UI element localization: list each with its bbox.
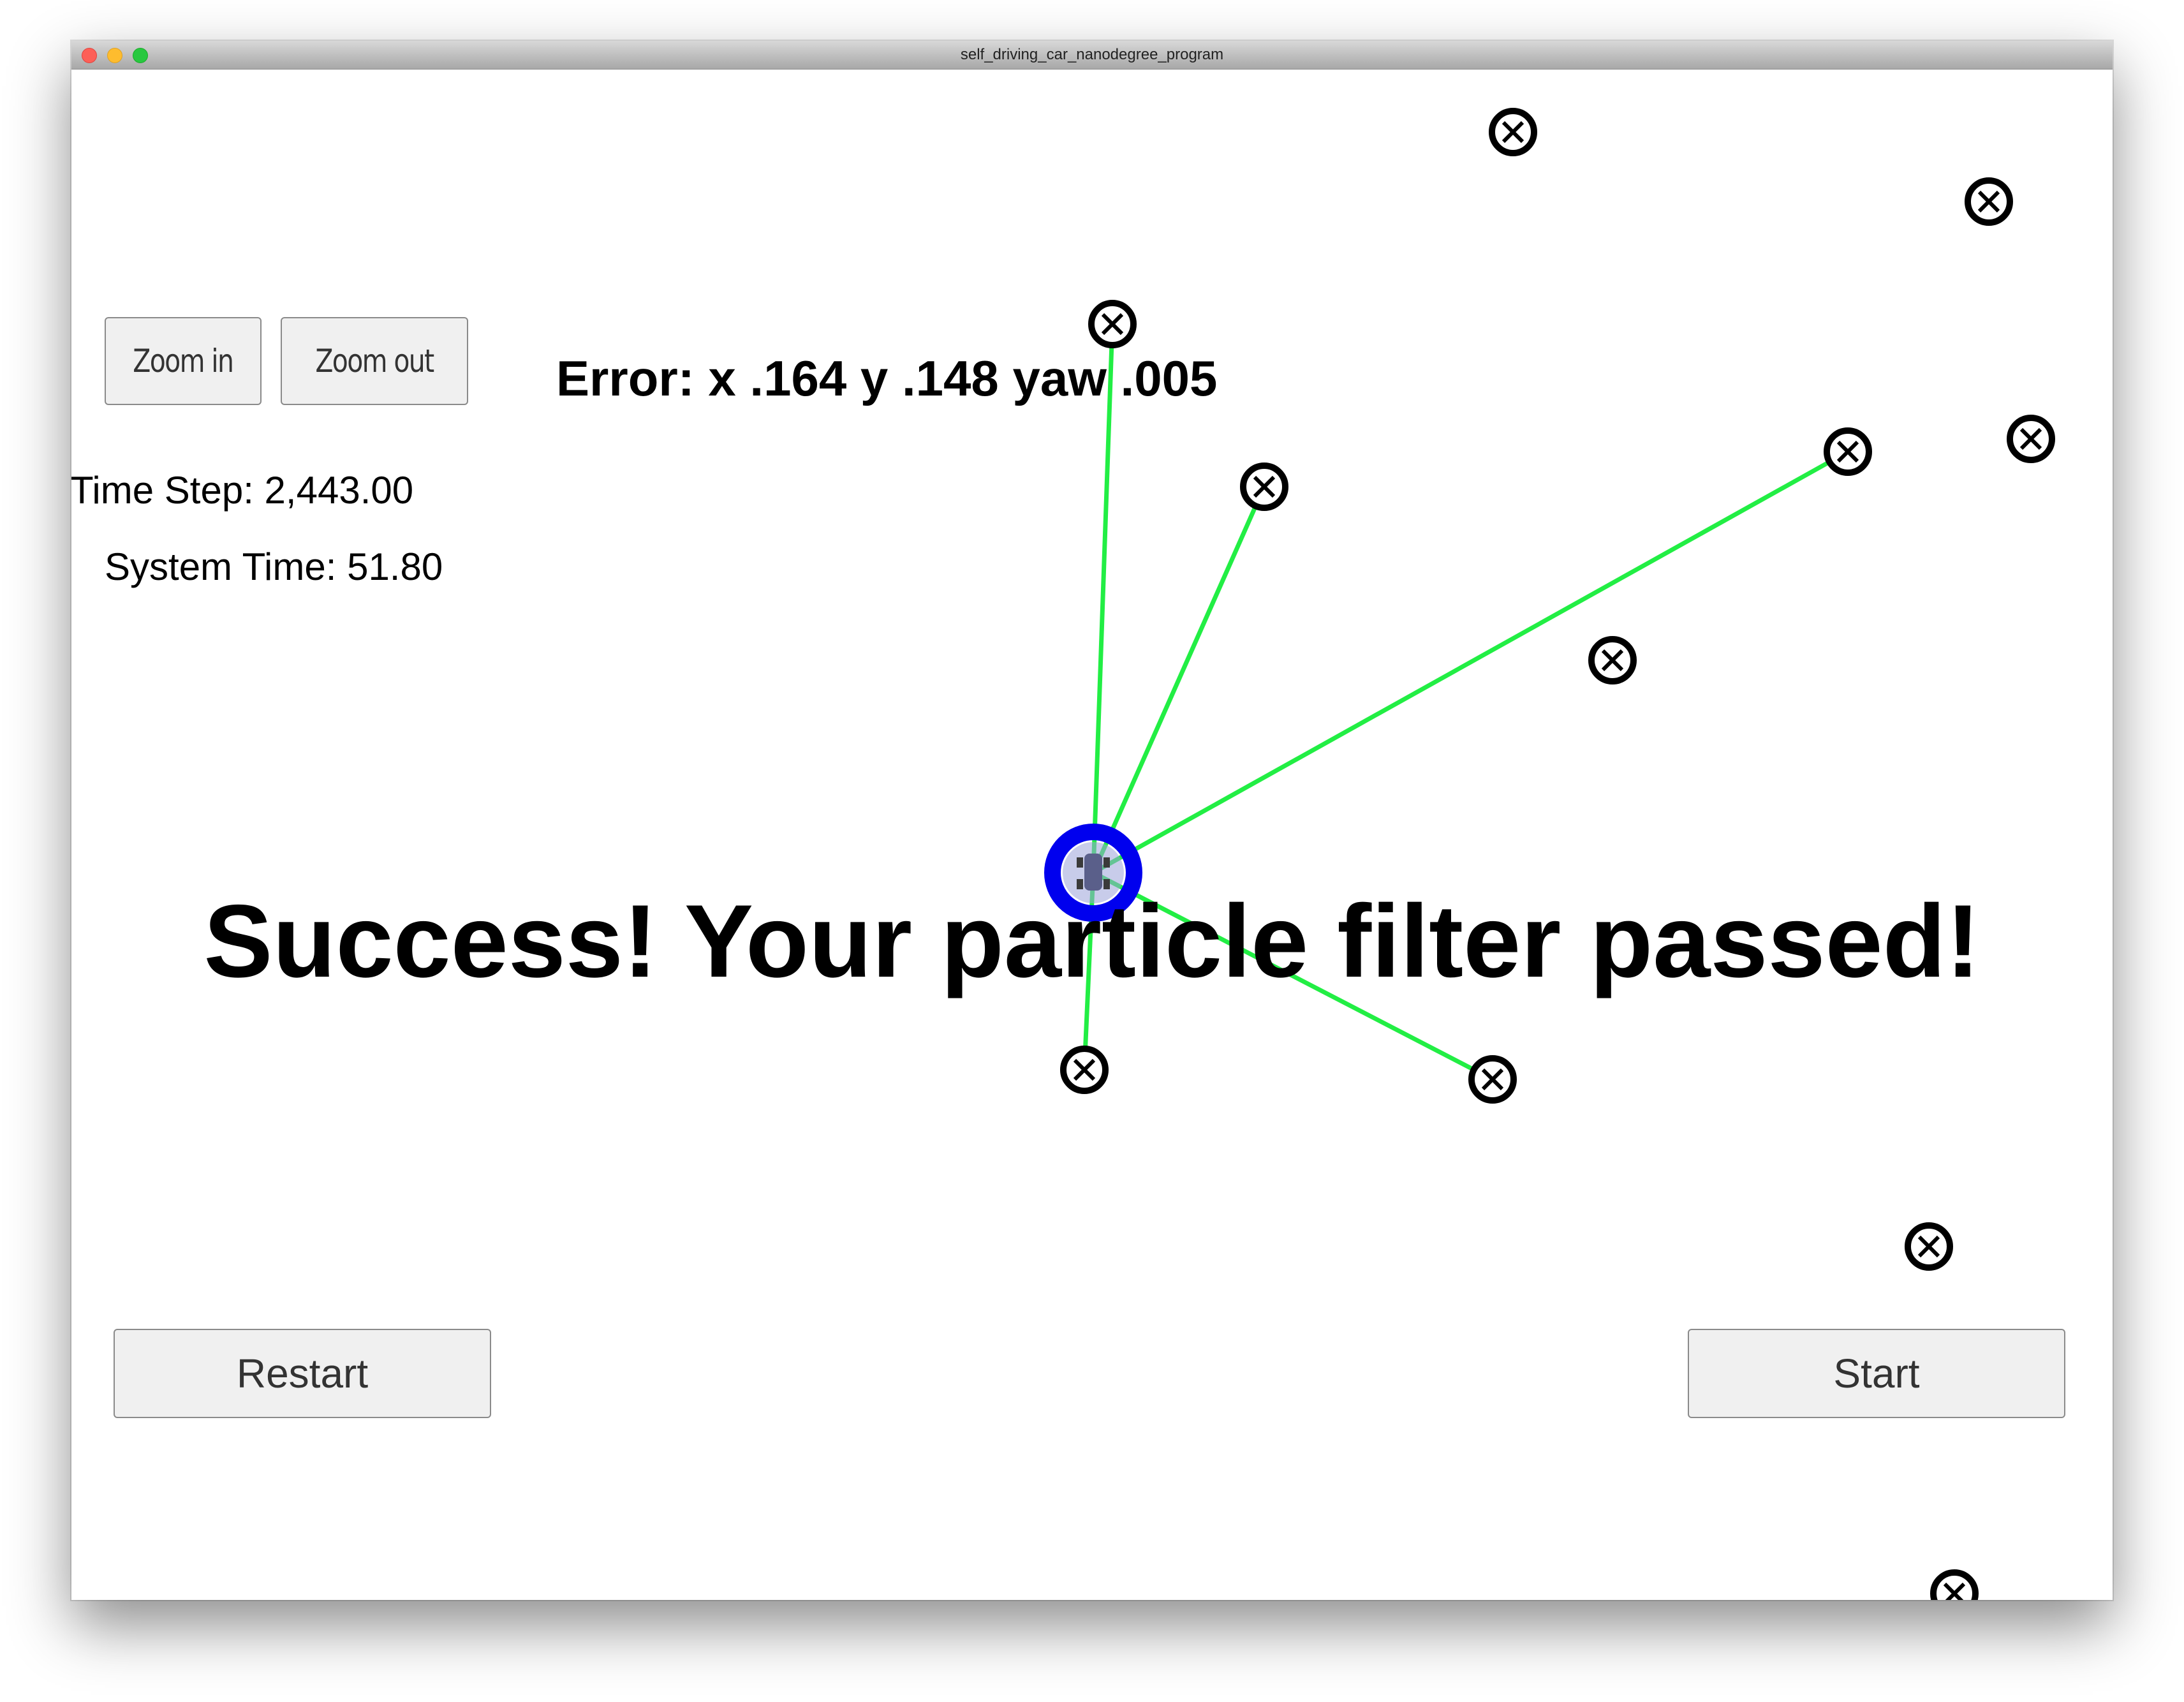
landmark-x-circle-icon: [1930, 1569, 1979, 1600]
zoom-out-label: Zoom out: [315, 343, 434, 380]
simulation-canvas: Zoom in Zoom out Error: x .164 y .148 ya…: [71, 69, 2113, 1600]
observation-line: [1091, 485, 1267, 874]
zoom-in-label: Zoom in: [133, 343, 234, 380]
landmark-x-circle-icon: [1588, 636, 1637, 685]
landmark-x-circle-icon: [1824, 427, 1872, 476]
system-time-readout: System Time: 51.80: [105, 545, 443, 588]
landmark-x-circle-icon: [1060, 1046, 1109, 1094]
observation-line: [1092, 449, 1849, 875]
start-button[interactable]: Start: [1688, 1329, 2065, 1418]
landmark-x-circle-icon: [2007, 415, 2055, 463]
landmark-x-circle-icon: [1088, 300, 1137, 348]
landmark-x-circle-icon: [1965, 177, 2013, 226]
zoom-out-button[interactable]: Zoom out: [281, 317, 468, 405]
landmark-x-circle-icon: [1489, 108, 1537, 156]
landmark-x-circle-icon: [1905, 1222, 1953, 1271]
success-message: Success! Your particle filter passed!: [203, 884, 1981, 999]
zoom-in-button[interactable]: Zoom in: [105, 317, 262, 405]
simulator-window: self_driving_car_nanodegree_program Zoom…: [71, 41, 2113, 1600]
time-step-readout: Time Step: 2,443.00: [71, 469, 414, 512]
restart-button[interactable]: Restart: [114, 1329, 491, 1418]
title-bar: self_driving_car_nanodegree_program: [71, 41, 2113, 70]
error-readout: Error: x .164 y .148 yaw .005: [556, 350, 1218, 406]
landmark-x-circle-icon: [1468, 1055, 1517, 1104]
landmark-x-circle-icon: [1240, 463, 1288, 511]
window-title: self_driving_car_nanodegree_program: [960, 46, 1224, 63]
